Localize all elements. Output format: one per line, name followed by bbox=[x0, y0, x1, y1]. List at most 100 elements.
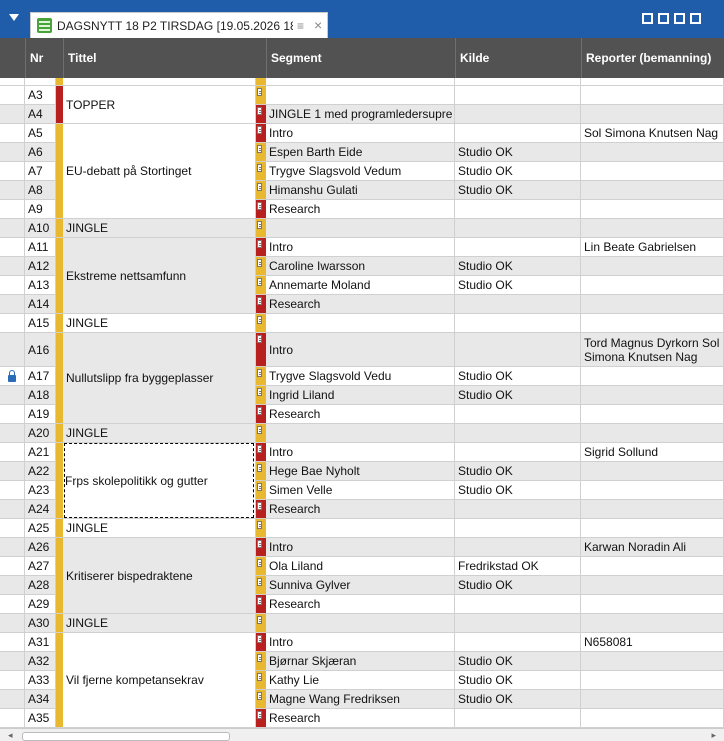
segment-cell[interactable]: Hege Bae Nyholt bbox=[266, 462, 455, 481]
segment-cell[interactable]: Research bbox=[266, 709, 455, 728]
story-title-cell[interactable]: Nullutslipp fra byggeplasser bbox=[56, 333, 256, 424]
kilde-cell[interactable] bbox=[455, 595, 581, 614]
reporter-cell[interactable] bbox=[581, 181, 724, 200]
script-doc-icon[interactable] bbox=[257, 483, 262, 491]
segment-cell[interactable] bbox=[266, 614, 455, 633]
kilde-cell[interactable] bbox=[455, 709, 581, 728]
script-doc-icon[interactable] bbox=[257, 616, 262, 624]
jingle-story-cell[interactable]: JINGLE bbox=[56, 424, 256, 443]
kilde-cell[interactable] bbox=[455, 519, 581, 538]
script-doc-icon[interactable] bbox=[257, 635, 262, 643]
dropdown-arrow-icon[interactable] bbox=[9, 14, 19, 21]
kilde-cell[interactable]: Studio OK bbox=[455, 257, 581, 276]
kilde-cell[interactable]: Studio OK bbox=[455, 386, 581, 405]
script-doc-icon[interactable] bbox=[257, 259, 262, 267]
kilde-cell[interactable] bbox=[455, 219, 581, 238]
segment-cell[interactable]: Sunniva Gylver bbox=[266, 576, 455, 595]
scroll-left-icon[interactable]: ◂ bbox=[8, 730, 13, 741]
segment-cell[interactable]: Intro bbox=[266, 124, 455, 143]
reporter-cell[interactable] bbox=[581, 314, 724, 333]
reporter-cell[interactable] bbox=[581, 143, 724, 162]
script-doc-icon[interactable] bbox=[257, 278, 262, 286]
jingle-story-cell[interactable]: JINGLE bbox=[56, 519, 256, 538]
reporter-cell[interactable] bbox=[581, 295, 724, 314]
kilde-cell[interactable] bbox=[455, 614, 581, 633]
script-doc-icon[interactable] bbox=[257, 502, 262, 510]
column-header-kilde[interactable]: Kilde bbox=[455, 38, 581, 78]
script-doc-icon[interactable] bbox=[257, 692, 262, 700]
script-doc-icon[interactable] bbox=[257, 164, 262, 172]
kilde-cell[interactable] bbox=[455, 295, 581, 314]
script-doc-icon[interactable] bbox=[257, 316, 262, 324]
segment-cell[interactable]: Research bbox=[266, 405, 455, 424]
script-doc-icon[interactable] bbox=[257, 445, 262, 453]
reporter-cell[interactable] bbox=[581, 709, 724, 728]
kilde-cell[interactable] bbox=[455, 333, 581, 367]
reporter-cell[interactable]: Lin Beate Gabrielsen bbox=[581, 238, 724, 257]
story-cell[interactable] bbox=[56, 78, 256, 86]
maximize-icon[interactable] bbox=[690, 13, 701, 24]
column-header-reporter[interactable]: Reporter (bemanning) bbox=[581, 38, 724, 78]
script-doc-icon[interactable] bbox=[257, 369, 262, 377]
script-doc-icon[interactable] bbox=[257, 183, 262, 191]
script-doc-icon[interactable] bbox=[257, 202, 262, 210]
segment-cell[interactable]: Trygve Slagsvold Vedum bbox=[266, 162, 455, 181]
script-doc-icon[interactable] bbox=[257, 597, 262, 605]
reporter-cell[interactable] bbox=[581, 162, 724, 181]
reporter-cell[interactable]: N658081 bbox=[581, 633, 724, 652]
script-doc-icon[interactable] bbox=[257, 407, 262, 415]
reporter-cell[interactable] bbox=[581, 367, 724, 386]
segment-cell[interactable] bbox=[266, 314, 455, 333]
segment-cell[interactable]: Intro bbox=[266, 443, 455, 462]
kilde-cell[interactable] bbox=[455, 405, 581, 424]
reporter-cell[interactable] bbox=[581, 424, 724, 443]
segment-cell[interactable]: Magne Wang Fredriksen bbox=[266, 690, 455, 709]
segment-cell[interactable]: Trygve Slagsvold Vedu bbox=[266, 367, 455, 386]
segment-cell[interactable]: Research bbox=[266, 200, 455, 219]
kilde-cell[interactable] bbox=[455, 314, 581, 333]
segment-cell[interactable]: Ingrid Liland bbox=[266, 386, 455, 405]
segment-cell[interactable]: Intro bbox=[266, 633, 455, 652]
reporter-cell[interactable] bbox=[581, 614, 724, 633]
segment-cell[interactable]: JINGLE 1 med programledersupre bbox=[266, 105, 455, 124]
story-title-cell[interactable]: Ekstreme nettsamfunn bbox=[56, 238, 256, 314]
segment-cell[interactable]: Himanshu Gulati bbox=[266, 181, 455, 200]
reporter-cell[interactable] bbox=[581, 690, 724, 709]
jingle-story-cell[interactable]: JINGLE bbox=[56, 314, 256, 333]
reporter-cell[interactable] bbox=[581, 200, 724, 219]
reporter-cell[interactable] bbox=[581, 405, 724, 424]
script-doc-icon[interactable] bbox=[257, 126, 262, 134]
kilde-cell[interactable]: Studio OK bbox=[455, 462, 581, 481]
kilde-cell[interactable] bbox=[455, 633, 581, 652]
reporter-cell[interactable] bbox=[581, 219, 724, 238]
script-doc-icon[interactable] bbox=[257, 107, 262, 115]
script-doc-icon[interactable] bbox=[257, 335, 262, 343]
reporter-cell[interactable] bbox=[581, 557, 724, 576]
reporter-cell[interactable] bbox=[581, 652, 724, 671]
rundown-tab[interactable]: DAGSNYTT 18 P2 TIRSDAG [19.05.2026 18:00… bbox=[30, 12, 328, 38]
segment-cell[interactable]: Annemarte Moland bbox=[266, 276, 455, 295]
script-doc-icon[interactable] bbox=[257, 559, 262, 567]
kilde-cell[interactable]: Studio OK bbox=[455, 690, 581, 709]
horizontal-scrollbar[interactable]: ◂ ▸ bbox=[0, 728, 724, 741]
kilde-cell[interactable]: Studio OK bbox=[455, 162, 581, 181]
jingle-story-cell[interactable]: JINGLE bbox=[56, 614, 256, 633]
script-doc-icon[interactable] bbox=[257, 240, 262, 248]
table-row[interactable] bbox=[0, 78, 724, 86]
kilde-cell[interactable] bbox=[455, 443, 581, 462]
kilde-cell[interactable]: Studio OK bbox=[455, 181, 581, 200]
script-doc-icon[interactable] bbox=[257, 464, 262, 472]
kilde-cell[interactable]: Studio OK bbox=[455, 481, 581, 500]
kilde-cell[interactable] bbox=[455, 500, 581, 519]
kilde-cell[interactable] bbox=[455, 105, 581, 124]
kilde-cell[interactable]: Fredrikstad OK bbox=[455, 557, 581, 576]
reporter-cell[interactable]: Karwan Noradin Ali bbox=[581, 538, 724, 557]
kilde-cell[interactable] bbox=[455, 238, 581, 257]
reporter-cell[interactable] bbox=[581, 595, 724, 614]
column-header-tittel[interactable]: Tittel bbox=[63, 38, 256, 78]
story-title-cell[interactable]: EU-debatt på Stortinget bbox=[56, 124, 256, 219]
reporter-cell[interactable] bbox=[581, 500, 724, 519]
reporter-cell[interactable] bbox=[581, 481, 724, 500]
script-doc-icon[interactable] bbox=[257, 221, 262, 229]
kilde-cell[interactable] bbox=[455, 86, 581, 105]
